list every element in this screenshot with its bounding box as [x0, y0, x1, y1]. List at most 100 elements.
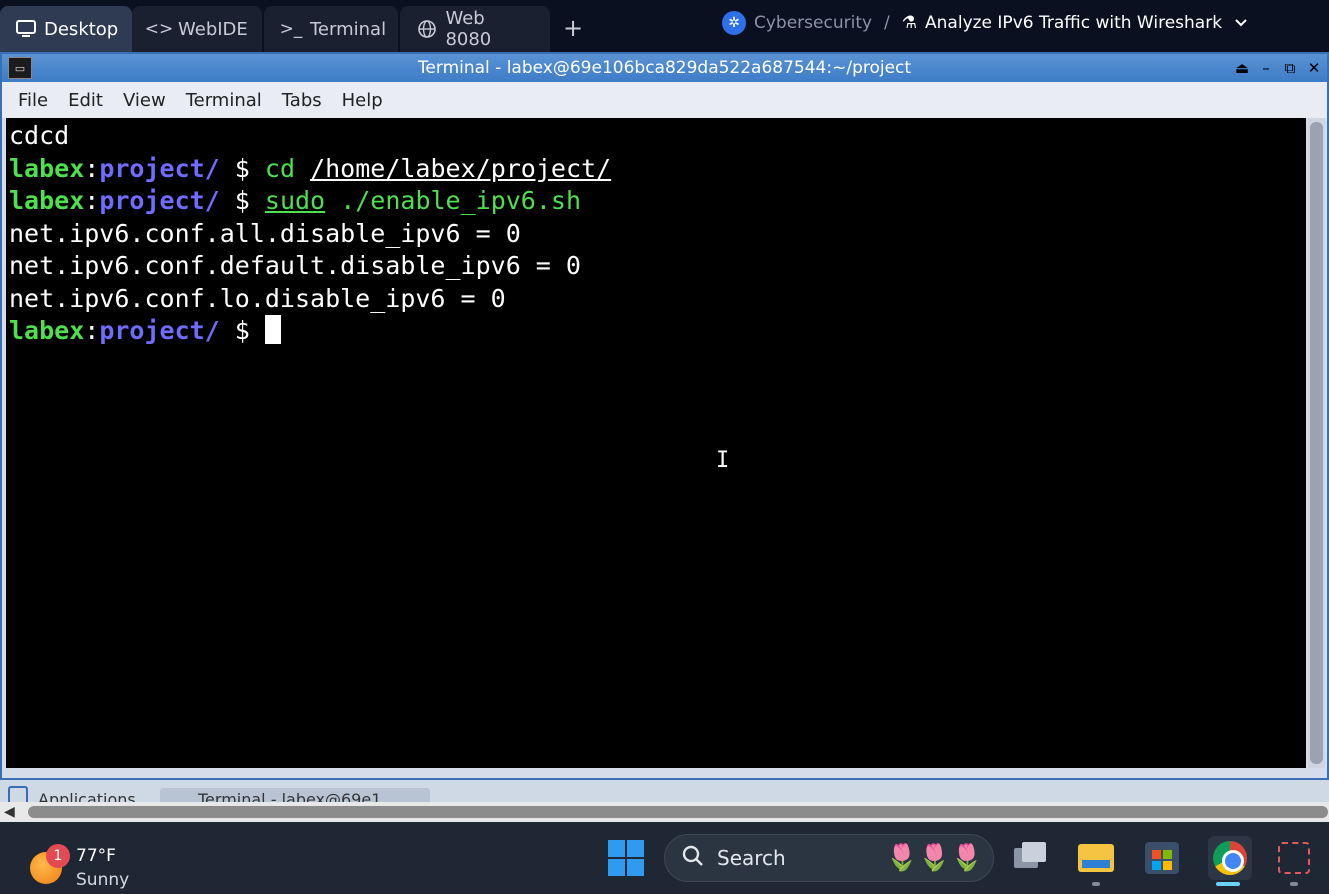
minimize-icon[interactable]: – — [1257, 58, 1275, 78]
folder-icon — [1078, 844, 1114, 872]
terminal-line: cdcd — [9, 120, 1303, 153]
terminal-line: net.ipv6.conf.all.disable_ipv6 = 0 — [9, 218, 1303, 251]
tab-label: WebIDE — [178, 18, 248, 40]
output-text: net.ipv6.conf.lo.disable_ipv6 = 0 — [9, 283, 506, 313]
active-indicator — [1216, 882, 1240, 886]
prompt-icon: >_ — [279, 19, 303, 39]
breadcrumb-separator: / — [884, 13, 890, 33]
notification-badge: 1 — [46, 844, 70, 868]
command-cd: cd — [264, 153, 296, 183]
weather-condition: Sunny — [76, 870, 130, 890]
ibeam-cursor-icon: I — [716, 448, 730, 473]
prompt-dir: project/ — [99, 153, 220, 183]
tab-label: Desktop — [44, 18, 119, 40]
scroll-left-icon[interactable]: ◀ — [4, 804, 15, 820]
tab-label: Terminal — [310, 18, 387, 40]
menu-edit[interactable]: Edit — [58, 90, 113, 111]
code-icon: <> — [144, 19, 174, 39]
chevron-down-icon[interactable] — [1234, 13, 1248, 33]
microsoft-store-button[interactable] — [1142, 838, 1182, 878]
output-text: net.ipv6.conf.all.disable_ipv6 = 0 — [9, 218, 521, 248]
terminal-line: net.ipv6.conf.lo.disable_ipv6 = 0 — [9, 283, 1303, 316]
start-button[interactable] — [608, 840, 644, 876]
menu-view[interactable]: View — [113, 90, 176, 111]
maximize-icon[interactable]: ⧉ — [1281, 58, 1299, 78]
search-placeholder: Search — [717, 846, 786, 870]
prompt-user: labex — [9, 153, 85, 183]
prompt-colon: : — [84, 316, 100, 345]
window-controls: ⏏ – ⧉ ✕ — [1233, 54, 1323, 82]
task-view-button[interactable] — [1010, 838, 1050, 878]
running-indicator — [1290, 882, 1298, 886]
windows-logo-icon — [627, 859, 644, 876]
weather-temperature: 77°F — [76, 846, 116, 866]
monitor-icon — [16, 18, 36, 40]
breadcrumb: ✲ Cybersecurity / ⚗ Analyze IPv6 Traffic… — [722, 10, 1248, 36]
windows-logo-icon — [627, 840, 644, 857]
cybersecurity-icon: ✲ — [722, 11, 746, 35]
prompt-dir: project/ — [99, 316, 220, 345]
taskbar-search[interactable]: Search 🌷🌷🌷 — [664, 834, 994, 882]
prompt-symbol: $ — [219, 186, 265, 215]
tab-terminal[interactable]: >_ Terminal — [264, 6, 398, 52]
prompt-user: labex — [9, 316, 85, 345]
tab-desktop[interactable]: Desktop — [0, 6, 132, 52]
menu-tabs[interactable]: Tabs — [272, 90, 332, 111]
menu-terminal[interactable]: Terminal — [176, 90, 272, 111]
terminal-task-label: Terminal - labex@69e1 — [198, 790, 382, 802]
snipping-tool-icon — [1278, 842, 1310, 874]
task-view-icon — [1022, 842, 1046, 862]
prompt-colon: : — [84, 186, 100, 215]
globe-icon — [416, 18, 437, 40]
windows-logo-icon — [608, 859, 625, 876]
close-icon[interactable]: ✕ — [1305, 58, 1323, 78]
chrome-icon — [1213, 841, 1247, 875]
vertical-scrollbar[interactable] — [1308, 118, 1325, 768]
tulips-icon: 🌷🌷🌷 — [885, 843, 983, 873]
terminal-app-icon[interactable]: ▭ — [8, 57, 32, 79]
menu-bar: File Edit View Terminal Tabs Help — [2, 82, 1327, 118]
command-sudo: sudo — [264, 186, 326, 215]
snipping-tool-button[interactable] — [1274, 838, 1314, 878]
breadcrumb-category[interactable]: Cybersecurity — [754, 13, 872, 33]
terminal-output[interactable]: cdcd labex:project/ $ cd /home/labex/pro… — [6, 118, 1306, 768]
search-icon — [681, 844, 705, 873]
command-script: ./enable_ipv6.sh — [340, 186, 582, 215]
weather-widget[interactable]: 1 77°F Sunny — [30, 834, 150, 890]
applications-menu-icon[interactable] — [8, 786, 28, 802]
prompt-symbol: $ — [219, 316, 265, 345]
output-text: cdcd — [9, 121, 70, 150]
prompt-colon: : — [84, 153, 100, 183]
file-explorer-button[interactable] — [1076, 838, 1116, 878]
prompt-dir: project/ — [99, 186, 220, 215]
prompt-symbol: $ — [219, 153, 265, 183]
prompt-user: labex — [9, 186, 85, 215]
chrome-button[interactable] — [1208, 836, 1252, 880]
scrollbar-thumb[interactable] — [1310, 122, 1323, 764]
windows-taskbar: 1 77°F Sunny Search 🌷🌷🌷 — [0, 822, 1329, 894]
command-path: /home/labex/project/ — [310, 153, 612, 183]
windows-logo-icon — [608, 840, 625, 857]
window-titlebar[interactable]: ▭ Terminal - labex@69e106bca829da522a687… — [2, 54, 1327, 82]
applications-menu[interactable]: Applications — [38, 790, 136, 802]
window-title: Terminal - labex@69e106bca829da522a68754… — [417, 58, 912, 78]
tab-web-8080[interactable]: Web 8080 — [400, 6, 550, 52]
output-text: net.ipv6.conf.default.disable_ipv6 = 0 — [9, 251, 581, 280]
menu-file[interactable]: File — [8, 90, 58, 111]
shade-icon[interactable]: ⏏ — [1233, 58, 1251, 78]
scrollbar-thumb[interactable] — [28, 806, 1328, 818]
desktop-panel: Applications Terminal - labex@69e1 — [0, 780, 1329, 802]
horizontal-scrollbar[interactable]: ◀ — [0, 802, 1329, 822]
tab-label: Web 8080 — [445, 8, 492, 50]
terminal-line: labex:project/ $ — [9, 315, 1303, 348]
tab-webide[interactable]: <> WebIDE — [132, 6, 262, 52]
menu-help[interactable]: Help — [332, 90, 393, 111]
store-icon — [1145, 842, 1179, 874]
terminal-line: labex:project/ $ sudo ./enable_ipv6.sh — [9, 185, 1303, 218]
terminal-line: net.ipv6.conf.default.disable_ipv6 = 0 — [9, 250, 1303, 283]
text-cursor — [264, 315, 281, 344]
add-tab-button[interactable]: + — [560, 12, 586, 44]
top-bar: Desktop <> WebIDE >_ Terminal Web 8080 +… — [0, 0, 1329, 52]
terminal-window: ▭ Terminal - labex@69e106bca829da522a687… — [0, 52, 1329, 780]
breadcrumb-lab-title[interactable]: Analyze IPv6 Traffic with Wireshark — [925, 13, 1222, 33]
